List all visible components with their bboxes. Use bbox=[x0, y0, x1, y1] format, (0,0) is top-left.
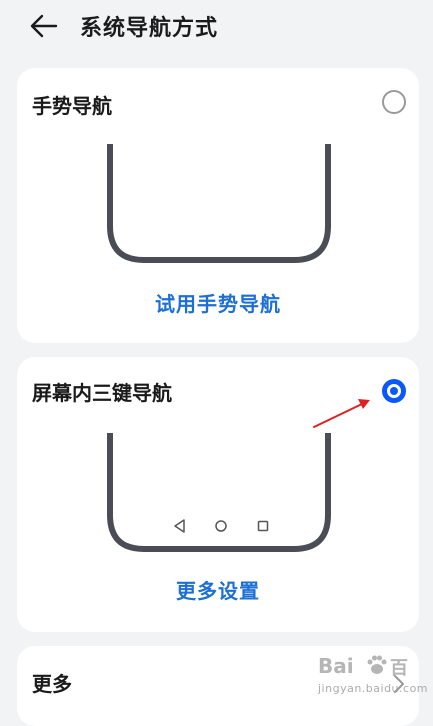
try-gesture-navigation-link[interactable]: 试用手势导航 bbox=[17, 288, 419, 317]
gesture-navigation-radio[interactable] bbox=[382, 90, 406, 114]
three-key-navigation-title: 屏幕内三键导航 bbox=[32, 381, 172, 405]
paw-icon bbox=[367, 655, 387, 674]
page-title: 系统导航方式 bbox=[80, 16, 219, 41]
watermark-logo-right: 百 bbox=[390, 658, 408, 679]
radio-selected-dot bbox=[390, 387, 398, 395]
watermark-url: jingyan.baidu.com bbox=[318, 682, 429, 695]
recent-square-icon bbox=[257, 520, 269, 532]
gesture-phone-illustration bbox=[107, 144, 331, 263]
watermark-logo-left: Bai bbox=[318, 654, 354, 678]
more-settings-link[interactable]: 更多设置 bbox=[17, 575, 419, 604]
more-title: 更多 bbox=[32, 672, 72, 696]
three-key-navigation-radio[interactable] bbox=[382, 379, 406, 403]
gesture-navigation-card[interactable]: 手势导航 试用手势导航 bbox=[17, 68, 419, 343]
nav-keys-illustration bbox=[161, 517, 281, 535]
top-bar: 系统导航方式 bbox=[0, 0, 433, 52]
back-triangle-icon bbox=[174, 519, 185, 533]
gesture-navigation-title: 手势导航 bbox=[32, 94, 112, 118]
home-circle-icon bbox=[215, 520, 227, 532]
baidu-watermark: Bai 百 jingyan.baidu.com bbox=[318, 652, 428, 702]
back-button[interactable] bbox=[26, 8, 62, 44]
arrow-left-icon bbox=[30, 14, 58, 38]
annotation-arrow-icon bbox=[313, 399, 370, 428]
three-key-phone-illustration bbox=[107, 433, 331, 552]
